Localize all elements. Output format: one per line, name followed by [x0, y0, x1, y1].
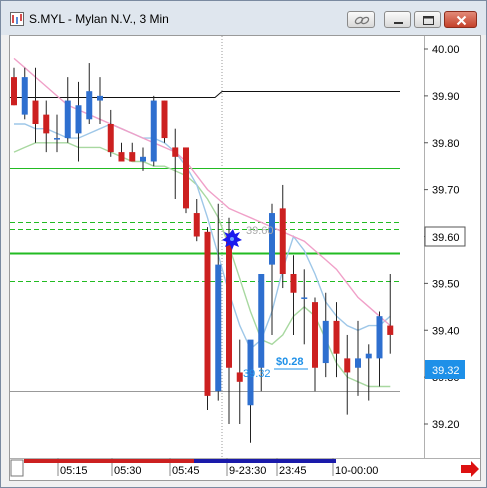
candle-body: [215, 264, 222, 392]
candle-body: [150, 100, 157, 162]
candle-body: [129, 152, 136, 162]
maximize-button[interactable]: [414, 11, 441, 28]
chart-icon: [10, 12, 24, 26]
current-price-marker: 39.60: [424, 226, 466, 247]
candle-body: [355, 358, 361, 368]
x-tick-label: 05:30: [114, 465, 142, 477]
candle-body: [236, 372, 243, 382]
candle-body: [290, 274, 297, 293]
candle-body: [312, 302, 318, 368]
candle-body: [279, 208, 286, 274]
red-arrow-right-icon[interactable]: [461, 461, 479, 477]
fill-price-label: 39.32: [243, 368, 271, 380]
x-tick-label: 05:45: [172, 465, 200, 477]
x-tick-label: 10-00:00: [335, 465, 378, 477]
candle[interactable]: [204, 227, 211, 410]
close-icon: [456, 15, 467, 26]
candle-body: [193, 213, 200, 237]
session-bar-premarket: [24, 459, 194, 463]
minimize-icon: [394, 22, 403, 24]
maximize-icon: [423, 16, 434, 25]
y-tick-label: 39.90: [432, 91, 460, 103]
candle-body: [107, 124, 114, 153]
close-button[interactable]: [444, 11, 477, 28]
candle-body: [204, 231, 211, 396]
y-tick-label: 39.50: [432, 278, 460, 290]
candle-body: [344, 358, 351, 373]
y-tick-label: 39.20: [432, 419, 460, 431]
candle-body: [226, 236, 232, 368]
candle-body: [86, 91, 93, 120]
candle-body: [387, 325, 394, 335]
scroll-left-box[interactable]: [10, 459, 24, 477]
minimize-button[interactable]: [384, 11, 411, 28]
candle-body: [161, 100, 168, 139]
candle-body: [333, 320, 340, 354]
alt-price-label: 39.32: [432, 365, 460, 377]
candle-body: [258, 274, 265, 368]
current-price-label: 39.60: [432, 232, 460, 244]
candle-body: [54, 138, 60, 140]
candle-body: [322, 320, 329, 364]
candle-body: [269, 213, 275, 265]
order-price-label: 39.60: [246, 225, 274, 237]
title-bar[interactable]: S.MYL - Mylan N.V., 3 Min: [1, 1, 486, 35]
candle-body: [140, 156, 146, 162]
y-tick-label: 40.00: [432, 44, 460, 56]
x-tick-label: 05:15: [60, 465, 88, 477]
y-tick-label: 39.40: [432, 325, 460, 337]
candle-body: [32, 100, 39, 124]
x-tick-label: 9-23:30: [229, 465, 266, 477]
candle-body: [21, 77, 28, 115]
y-tick-label: 39.80: [432, 138, 460, 150]
candle-body: [43, 114, 50, 134]
chart-area[interactable]: 40.0039.9039.8039.7039.6039.5039.4039.30…: [9, 29, 481, 481]
window-title: S.MYL - Mylan N.V., 3 Min: [29, 12, 169, 26]
candle[interactable]: [161, 100, 168, 143]
candle-body: [97, 95, 103, 101]
session-bar-regular: [194, 459, 336, 463]
y-tick-label: 39.70: [432, 185, 460, 197]
candle-body: [75, 105, 82, 134]
candle[interactable]: [183, 147, 189, 214]
candle-body: [301, 297, 308, 299]
candle-body: [172, 147, 179, 157]
price-chart[interactable]: 40.0039.9039.8039.7039.6039.5039.4039.30…: [10, 29, 480, 480]
candle[interactable]: [150, 95, 157, 167]
candle-body: [64, 100, 71, 139]
pl-label: $0.28: [276, 356, 304, 368]
candle-body: [118, 152, 125, 162]
candle-body: [376, 316, 383, 359]
candle-body: [183, 147, 189, 209]
candle-body: [11, 77, 17, 106]
alt-price-marker: 39.32: [425, 360, 465, 379]
candle-body: [365, 353, 372, 359]
x-tick-label: 23:45: [279, 465, 307, 477]
link-button[interactable]: [347, 11, 375, 28]
link-icon: [354, 16, 370, 25]
chart-window: S.MYL - Mylan N.V., 3 Min 40.00 39.90 39…: [0, 0, 487, 488]
